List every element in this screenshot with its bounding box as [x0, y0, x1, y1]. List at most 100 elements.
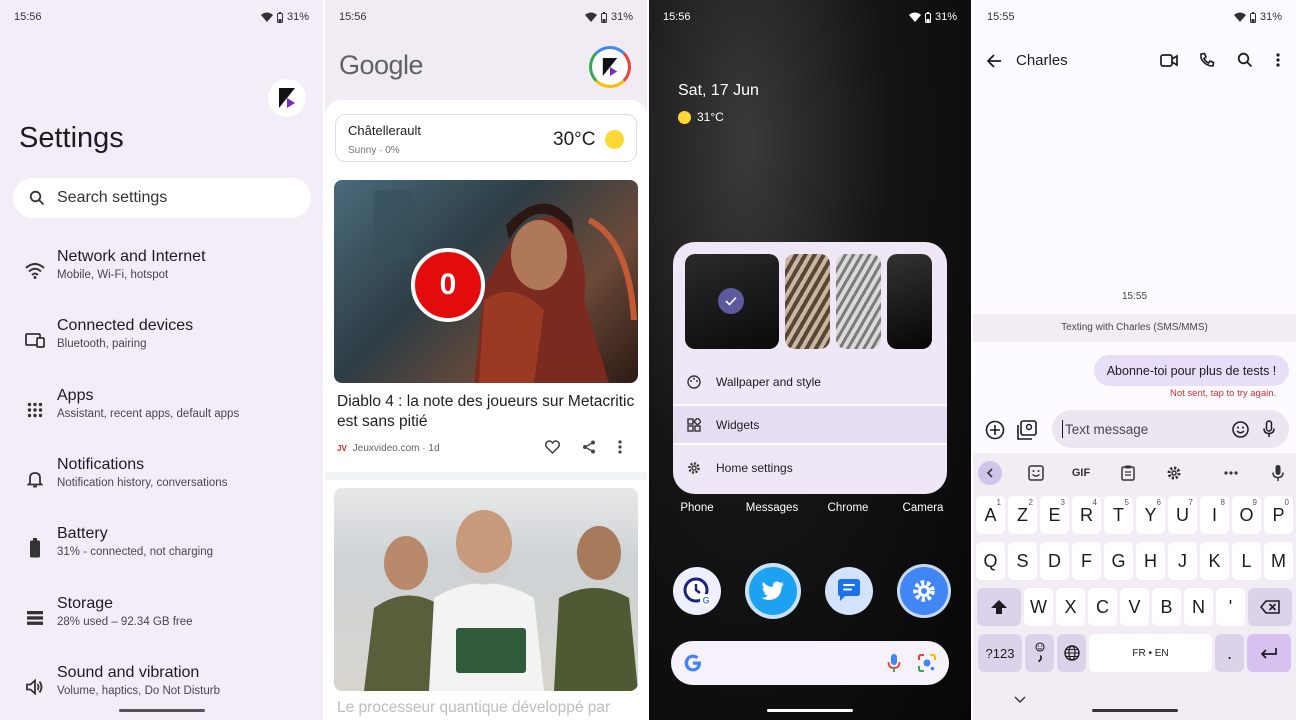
- settings-item-connected-devices[interactable]: Connected devices Bluetooth, pairing: [0, 317, 323, 377]
- space-key[interactable]: FR • EN: [1089, 634, 1212, 672]
- article-image[interactable]: [334, 488, 638, 691]
- wallpaper-preview-current[interactable]: [685, 254, 779, 349]
- key-j[interactable]: J: [1168, 542, 1197, 580]
- clock-app-icon[interactable]: G: [673, 567, 721, 615]
- settings-app-icon[interactable]: [900, 567, 948, 615]
- app-label-camera[interactable]: Camera: [888, 502, 958, 514]
- key-v[interactable]: V: [1120, 588, 1149, 626]
- backspace-key[interactable]: [1248, 588, 1292, 626]
- emoji-comma-key[interactable]: [1025, 634, 1054, 672]
- lens-icon[interactable]: [917, 653, 937, 673]
- wallpaper-preview-grey-feathers[interactable]: [836, 254, 881, 349]
- key-h[interactable]: H: [1136, 542, 1165, 580]
- settings-item-network[interactable]: Network and Internet Mobile, Wi-Fi, hots…: [0, 248, 323, 308]
- message-error[interactable]: Not sent, tap to try again.: [1170, 388, 1276, 399]
- keyboard-settings-button[interactable]: [1162, 461, 1186, 485]
- key-m[interactable]: M: [1264, 542, 1293, 580]
- more-vert-icon[interactable]: [1276, 53, 1280, 67]
- key-r[interactable]: R4: [1072, 496, 1101, 534]
- app-label-phone[interactable]: Phone: [662, 502, 732, 514]
- gesture-bar[interactable]: [1091, 709, 1178, 712]
- sticker-button[interactable]: [1024, 461, 1048, 485]
- sent-message-bubble[interactable]: Abonne-toi pour plus de tests !: [1094, 355, 1289, 386]
- language-key[interactable]: [1057, 634, 1086, 672]
- key-u[interactable]: U7: [1168, 496, 1197, 534]
- key-l[interactable]: L: [1232, 542, 1261, 580]
- key-g[interactable]: G: [1104, 542, 1133, 580]
- key-z[interactable]: Z2: [1008, 496, 1037, 534]
- key-b[interactable]: B: [1152, 588, 1181, 626]
- voice-input-button[interactable]: [1266, 461, 1290, 485]
- message-input[interactable]: Text message: [1052, 410, 1289, 448]
- article-source: JV Jeuxvideo.com · 1d: [337, 443, 440, 454]
- phone-call-icon[interactable]: [1199, 52, 1215, 68]
- gesture-bar[interactable]: [118, 709, 205, 712]
- emoji-icon[interactable]: [1232, 420, 1249, 438]
- heart-icon[interactable]: [545, 440, 560, 454]
- symbols-key[interactable]: ?123: [978, 634, 1022, 672]
- hide-keyboard-chevron-icon[interactable]: [1014, 696, 1026, 704]
- article-headline[interactable]: Le processeur quantique développé par: [337, 699, 637, 717]
- share-icon[interactable]: [582, 440, 596, 454]
- app-label-messages[interactable]: Messages: [737, 502, 807, 514]
- add-circle-icon[interactable]: [985, 420, 1005, 440]
- search-icon[interactable]: [1237, 52, 1253, 68]
- key-e[interactable]: E3: [1040, 496, 1069, 534]
- settings-item-battery[interactable]: Battery 31% - connected, not charging: [0, 525, 323, 585]
- key-q[interactable]: Q: [976, 542, 1005, 580]
- at-a-glance-weather[interactable]: 31°C: [678, 110, 724, 124]
- key-n[interactable]: N: [1184, 588, 1213, 626]
- settings-item-notifications[interactable]: Notifications Notification history, conv…: [0, 456, 323, 516]
- period-key[interactable]: .: [1215, 634, 1244, 672]
- key-t[interactable]: T5: [1104, 496, 1133, 534]
- app-label-chrome[interactable]: Chrome: [813, 502, 883, 514]
- key-s[interactable]: S: [1008, 542, 1037, 580]
- more-vert-icon[interactable]: [618, 440, 622, 454]
- weather-card[interactable]: Châtellerault Sunny · 0% 30°C: [335, 114, 637, 162]
- messages-app-icon[interactable]: [825, 567, 873, 615]
- profile-avatar[interactable]: [589, 46, 631, 88]
- mic-icon[interactable]: [887, 653, 901, 673]
- key-o[interactable]: O9: [1232, 496, 1261, 534]
- clipboard-button[interactable]: [1116, 461, 1140, 485]
- search-settings-bar[interactable]: Search settings: [13, 178, 311, 218]
- google-search-bar[interactable]: [671, 641, 949, 685]
- key-c[interactable]: C: [1088, 588, 1117, 626]
- key-x[interactable]: X: [1056, 588, 1085, 626]
- key-apostrophe[interactable]: ': [1216, 588, 1245, 626]
- gif-button[interactable]: GIF: [1069, 461, 1093, 485]
- gesture-bar[interactable]: [767, 709, 853, 712]
- profile-avatar[interactable]: [268, 79, 306, 117]
- widgets-item[interactable]: Widgets: [673, 404, 947, 445]
- battery-status-icon: [600, 11, 607, 23]
- weather-temp: 30°C: [553, 129, 596, 150]
- key-k[interactable]: K: [1200, 542, 1229, 580]
- wallpaper-and-style-item[interactable]: Wallpaper and style: [673, 361, 947, 402]
- at-a-glance-date[interactable]: Sat, 17 Jun: [678, 82, 759, 100]
- twitter-app-icon[interactable]: [749, 567, 797, 615]
- home-settings-item[interactable]: Home settings: [673, 447, 947, 488]
- more-options-button[interactable]: [1219, 461, 1243, 485]
- key-y[interactable]: Y6: [1136, 496, 1165, 534]
- discover-feed[interactable]: Châtellerault Sunny · 0% 30°C 0 Diablo 4…: [325, 100, 647, 720]
- back-arrow-icon[interactable]: [987, 54, 1002, 68]
- wallpaper-preview-feathers[interactable]: [785, 254, 830, 349]
- gallery-icon[interactable]: [1017, 420, 1037, 440]
- key-f[interactable]: F: [1072, 542, 1101, 580]
- mic-icon[interactable]: [1263, 420, 1275, 438]
- key-d[interactable]: D: [1040, 542, 1069, 580]
- video-call-icon[interactable]: [1160, 54, 1178, 67]
- enter-key[interactable]: [1247, 634, 1291, 672]
- article-image[interactable]: 0: [334, 180, 638, 383]
- article-headline[interactable]: Diablo 4 : la note des joueurs sur Metac…: [337, 392, 637, 432]
- settings-item-storage[interactable]: Storage 28% used – 92.34 GB free: [0, 595, 323, 655]
- wallpaper-preview-dark[interactable]: [887, 254, 932, 349]
- key-i[interactable]: I8: [1200, 496, 1229, 534]
- collapse-toolbar-button[interactable]: [978, 461, 1002, 485]
- key-p[interactable]: P0: [1264, 496, 1293, 534]
- key-a[interactable]: A1: [976, 496, 1005, 534]
- key-w[interactable]: W: [1024, 588, 1053, 626]
- shift-key[interactable]: [977, 588, 1021, 626]
- settings-item-apps[interactable]: Apps Assistant, recent apps, default app…: [0, 387, 323, 447]
- contact-name[interactable]: Charles: [1016, 52, 1068, 69]
